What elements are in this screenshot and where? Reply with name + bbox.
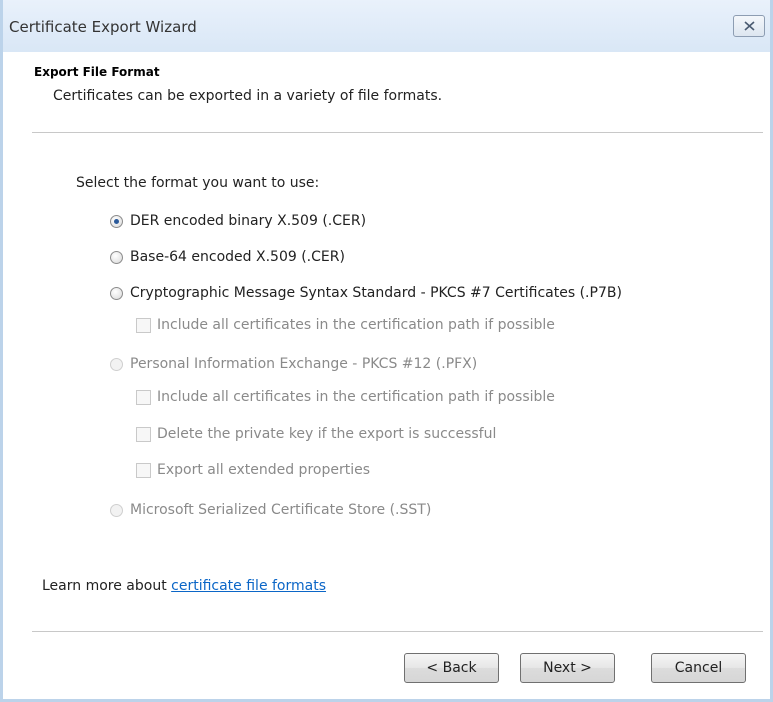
close-icon [744, 21, 755, 31]
format-prompt: Select the format you want to use: [76, 175, 320, 191]
learn-more-prefix: Learn more about [42, 578, 172, 594]
radio-der[interactable] [110, 214, 123, 228]
checkbox-delete-private-key-label: Delete the private key if the export is … [157, 426, 497, 442]
radio-pfx[interactable] [110, 357, 123, 371]
close-button[interactable] [733, 15, 765, 37]
checkbox-delete-private-key[interactable] [136, 426, 151, 442]
radio-der-label: DER encoded binary X.509 (.CER) [130, 213, 367, 229]
radio-sst-label: Microsoft Serialized Certificate Store (… [130, 502, 432, 518]
checkbox-export-extended-properties-label: Export all extended properties [157, 462, 370, 478]
next-button[interactable]: Next > [520, 653, 615, 683]
radio-base64-label: Base-64 encoded X.509 (.CER) [130, 249, 345, 265]
radio-base64[interactable] [110, 250, 123, 264]
radio-pkcs7-label: Cryptographic Message Syntax Standard - … [130, 285, 622, 301]
radio-pkcs7[interactable] [110, 286, 123, 300]
footer-divider [32, 631, 763, 632]
certificate-export-wizard-window: Certificate Export Wizard Export File Fo… [0, 0, 773, 702]
certificate-file-formats-link[interactable]: certificate file formats [171, 578, 326, 594]
checkbox-delete-private-key-option[interactable]: Delete the private key if the export is … [136, 426, 496, 442]
header-divider [32, 132, 763, 133]
wizard-header: Export File Format Certificates can be e… [3, 52, 770, 132]
checkbox-pkcs7-include-path-label: Include all certificates in the certific… [157, 317, 555, 333]
title-bar[interactable]: Certificate Export Wizard [3, 0, 770, 52]
checkbox-export-extended-properties[interactable] [136, 462, 151, 478]
radio-sst[interactable] [110, 503, 123, 517]
radio-pkcs7-option[interactable]: Cryptographic Message Syntax Standard - … [110, 285, 622, 301]
window-title: Certificate Export Wizard [9, 18, 197, 36]
checkbox-pfx-include-path-label: Include all certificates in the certific… [157, 389, 555, 405]
page-subtitle: Certificates can be exported in a variet… [53, 88, 443, 104]
radio-der-option[interactable]: DER encoded binary X.509 (.CER) [110, 213, 366, 229]
checkbox-pkcs7-include-path-option[interactable]: Include all certificates in the certific… [136, 317, 555, 333]
checkbox-pkcs7-include-path[interactable] [136, 317, 151, 333]
learn-more-text: Learn more about certificate file format… [42, 578, 326, 594]
back-button[interactable]: < Back [404, 653, 499, 683]
page-title: Export File Format [34, 65, 160, 79]
radio-pfx-label: Personal Information Exchange - PKCS #12… [130, 356, 478, 372]
cancel-button[interactable]: Cancel [651, 653, 746, 683]
checkbox-pfx-include-path-option[interactable]: Include all certificates in the certific… [136, 389, 555, 405]
checkbox-pfx-include-path[interactable] [136, 389, 151, 405]
radio-pfx-option[interactable]: Personal Information Exchange - PKCS #12… [110, 356, 477, 372]
radio-base64-option[interactable]: Base-64 encoded X.509 (.CER) [110, 249, 345, 265]
checkbox-export-extended-properties-option[interactable]: Export all extended properties [136, 462, 370, 478]
radio-sst-option[interactable]: Microsoft Serialized Certificate Store (… [110, 502, 431, 518]
